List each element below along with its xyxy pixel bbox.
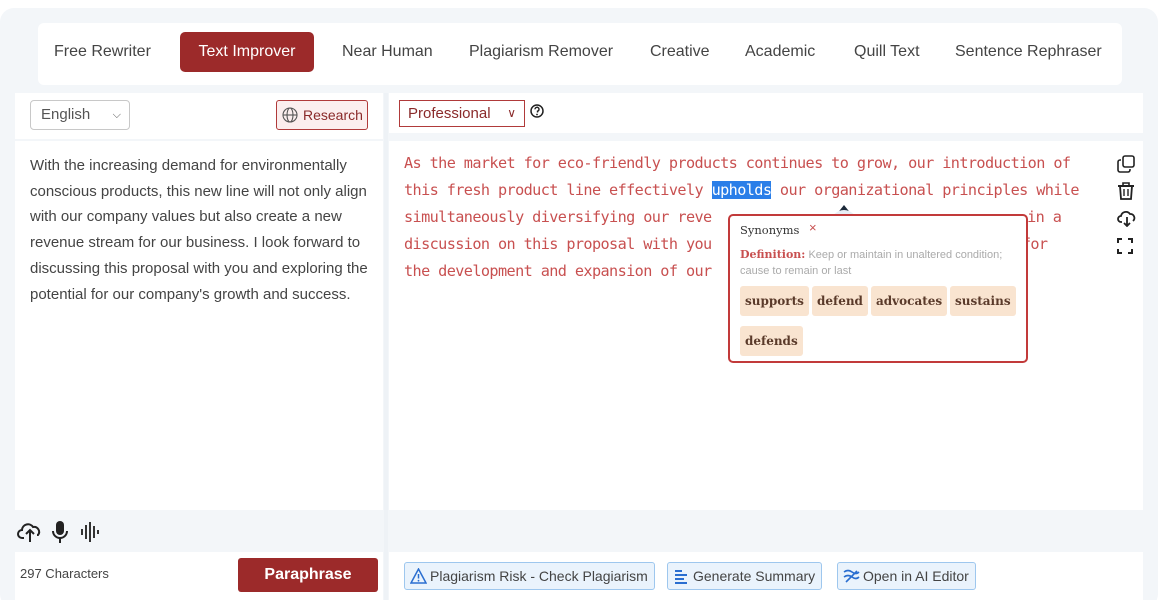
- fullscreen-icon[interactable]: [1117, 238, 1133, 259]
- panel-divider[interactable]: [384, 93, 388, 600]
- output-toolbar: Professional ∨: [389, 93, 1143, 133]
- paraphrase-button[interactable]: Paraphrase: [238, 558, 378, 592]
- close-icon[interactable]: ×: [809, 220, 817, 235]
- output-line: As the market for eco-friendly products …: [404, 154, 1071, 172]
- tab-quill-text[interactable]: Quill Text: [854, 32, 920, 72]
- definition: Definition: Keep or maintain in unaltere…: [740, 247, 1024, 279]
- tab-free-rewriter[interactable]: Free Rewriter: [54, 32, 151, 72]
- definition-label: Definition:: [740, 248, 806, 261]
- input-textarea[interactable]: With the increasing demand for environme…: [15, 141, 383, 510]
- tab-text-improver[interactable]: Text Improver: [180, 32, 314, 72]
- language-value: English: [41, 106, 91, 123]
- audio-wave-icon[interactable]: [80, 520, 100, 549]
- output-footer: Plagiarism Risk - Check Plagiarism Gener…: [389, 552, 1143, 600]
- upload-cloud-icon[interactable]: [17, 520, 43, 549]
- copy-icon[interactable]: [1117, 155, 1135, 178]
- popup-title: Synonyms: [740, 223, 800, 237]
- chevron-down-icon: ∨: [507, 106, 516, 120]
- language-select[interactable]: English ⌵: [30, 100, 130, 130]
- synonym-chip[interactable]: advocates: [871, 286, 948, 316]
- chevron-down-icon: ⌵: [112, 109, 121, 121]
- open-ai-editor-label: Open in AI Editor: [863, 568, 969, 584]
- globe-icon: [282, 107, 298, 123]
- download-icon[interactable]: [1117, 209, 1137, 232]
- tone-value: Professional: [408, 105, 491, 122]
- warning-icon: [410, 568, 427, 584]
- synonym-chip[interactable]: supports: [740, 286, 809, 316]
- microphone-icon[interactable]: [52, 520, 68, 549]
- generate-summary-button[interactable]: Generate Summary: [667, 562, 823, 590]
- input-footer: 297 Characters Paraphrase: [15, 552, 383, 600]
- output-line: this fresh product line effectively upho…: [404, 181, 1080, 199]
- mode-tabbar: Free Rewriter Text Improver Near Human P…: [38, 23, 1122, 85]
- synonym-chip[interactable]: sustains: [950, 286, 1016, 316]
- generate-summary-label: Generate Summary: [693, 568, 816, 584]
- tab-sentence-rephraser[interactable]: Sentence Rephraser: [955, 32, 1102, 72]
- synonym-chip[interactable]: defend: [812, 286, 868, 316]
- synonym-chip[interactable]: defends: [740, 326, 803, 356]
- tab-near-human[interactable]: Near Human: [342, 32, 433, 72]
- tone-select[interactable]: Professional ∨: [399, 100, 525, 127]
- character-count: 297 Characters: [20, 566, 109, 581]
- plagiarism-check-button[interactable]: Plagiarism Risk - Check Plagiarism: [404, 562, 655, 590]
- trash-icon[interactable]: [1117, 182, 1135, 205]
- app-container: Free Rewriter Text Improver Near Human P…: [0, 8, 1158, 600]
- tab-academic[interactable]: Academic: [745, 32, 815, 72]
- tab-creative[interactable]: Creative: [650, 32, 710, 72]
- input-toolbar: English ⌵ Research: [15, 93, 383, 139]
- plagiarism-check-label: Plagiarism Risk - Check Plagiarism: [430, 568, 648, 584]
- summary-icon: [675, 570, 687, 584]
- tab-plagiarism-remover[interactable]: Plagiarism Remover: [469, 32, 613, 72]
- open-ai-editor-button[interactable]: Open in AI Editor: [837, 562, 976, 590]
- research-label: Research: [303, 107, 363, 123]
- help-icon[interactable]: [530, 104, 544, 123]
- synonyms-popup: Synonyms × Definition: Keep or maintain …: [728, 214, 1028, 363]
- ai-editor-icon: [843, 569, 860, 583]
- research-button[interactable]: Research: [276, 100, 368, 130]
- selected-word[interactable]: upholds: [711, 181, 772, 199]
